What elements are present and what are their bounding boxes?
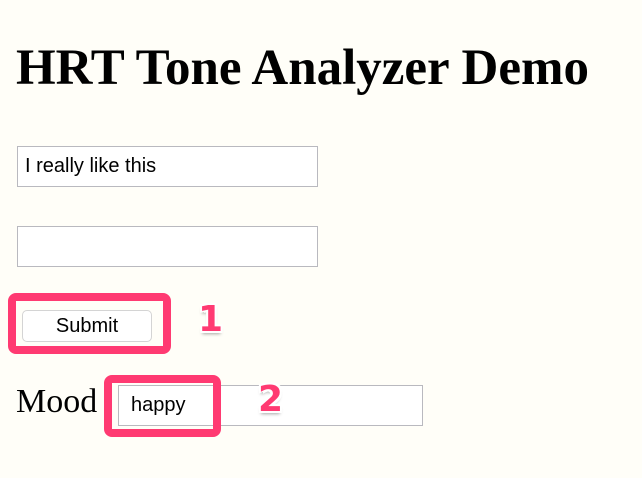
page-title: HRT Tone Analyzer Demo xyxy=(16,40,589,96)
mood-label: Mood xyxy=(16,383,98,420)
annotation-number-1: 1 xyxy=(198,299,224,340)
text-input-message[interactable] xyxy=(17,146,318,187)
text-input-secondary[interactable] xyxy=(17,226,318,267)
annotation-number-2: 2 xyxy=(258,379,284,420)
submit-button[interactable]: Submit xyxy=(22,310,152,342)
